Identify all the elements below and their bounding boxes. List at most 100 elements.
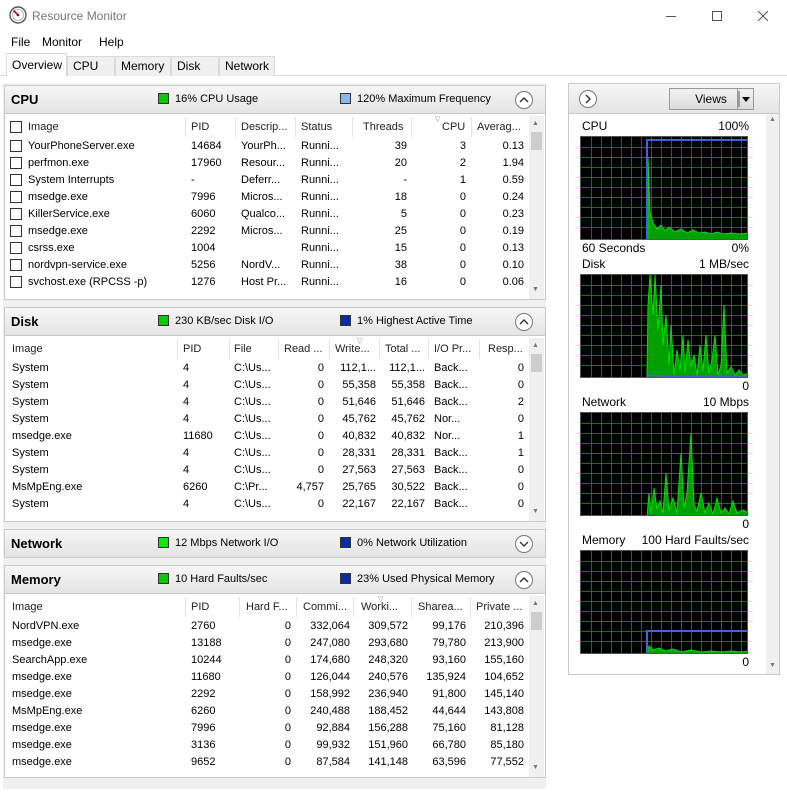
table-row[interactable]: nordvpn-service.exe 5256 NordV... Runni... 3… — [5, 257, 529, 274]
cpu-col-pid[interactable]: PID — [191, 121, 209, 133]
table-row[interactable]: svchost.exe (RPCSS -p) 1276 Host Pr... Runn… — [5, 274, 529, 291]
cpu-scroll-thumb[interactable] — [531, 132, 542, 150]
cpu-col-cpu[interactable]: CPU — [442, 121, 465, 133]
disk-graph-max: 1 MB/sec — [698, 257, 749, 271]
disk-scrollbar[interactable]: ▲ ▼ — [529, 338, 544, 521]
cpu-col-description[interactable]: Descrip... — [241, 121, 287, 133]
table-row[interactable]: MsMpEng.exe 6260 0 240,488 188,452 44,644 143,… — [5, 703, 529, 720]
memory-scrollbar[interactable]: ▲ ▼ — [529, 596, 544, 777]
table-row[interactable]: System 4 C:\Us... 0 51,646 51,646 Back... 2 — [5, 394, 529, 411]
cpu-select-all-checkbox[interactable] — [10, 121, 22, 133]
disk-col-read[interactable]: Read ... — [284, 343, 323, 355]
memory-col-hard-faults[interactable]: Hard F... — [246, 601, 288, 613]
table-row[interactable]: System 4 C:\Us... 0 28,331 28,331 Back... 1 — [5, 445, 529, 462]
row-checkbox[interactable] — [10, 276, 22, 288]
cpu-collapse-button[interactable] — [515, 91, 533, 109]
disk-col-file[interactable]: File — [234, 343, 252, 355]
memory-scroll-thumb[interactable] — [531, 612, 542, 630]
menu-help[interactable]: Help — [99, 35, 124, 49]
memory-col-shareable[interactable]: Sharea... — [418, 601, 463, 613]
tab-disk[interactable]: Disk — [171, 56, 219, 76]
cpu-col-threads[interactable]: Threads — [363, 121, 403, 133]
table-row[interactable]: System Interrupts - Deferr... Runni... - 1 0.5… — [5, 172, 529, 189]
memory-col-pid[interactable]: PID — [191, 601, 209, 613]
table-row[interactable]: System 4 C:\Us... 0 22,167 22,167 Back... 0 — [5, 496, 529, 513]
table-row[interactable]: SearchApp.exe 10244 0 174,680 248,320 93,160 1… — [5, 652, 529, 669]
row-checkbox[interactable] — [10, 191, 22, 203]
network-section-header[interactable]: Network 12 Mbps Network I/O 0% Network U… — [5, 530, 545, 557]
table-row[interactable]: NordVPN.exe 2760 0 332,064 309,572 99,176 210,… — [5, 618, 529, 635]
scroll-down-icon[interactable]: ▼ — [532, 508, 539, 515]
scroll-down-icon[interactable]: ▼ — [532, 764, 539, 771]
disk-scroll-thumb[interactable] — [531, 354, 542, 372]
row-checkbox[interactable] — [10, 157, 22, 169]
memory-col-private[interactable]: Private ... — [476, 601, 522, 613]
disk-col-image[interactable]: Image — [12, 343, 43, 355]
disk-col-pid[interactable]: PID — [183, 343, 201, 355]
minimize-button[interactable] — [648, 0, 694, 32]
disk-col-io-priority[interactable]: I/O Pr... — [434, 343, 471, 355]
memory-collapse-button[interactable] — [515, 571, 533, 589]
row-checkbox[interactable] — [10, 225, 22, 237]
scroll-down-icon[interactable]: ▼ — [769, 662, 776, 669]
memory-cell: 44,644 — [432, 705, 466, 717]
close-button[interactable] — [740, 0, 786, 32]
tab-memory[interactable]: Memory — [115, 56, 171, 76]
table-row[interactable]: System 4 C:\Us... 0 27,563 27,563 Back... 0 — [5, 462, 529, 479]
row-checkbox[interactable] — [10, 259, 22, 271]
memory-col-commit[interactable]: Commi... — [303, 601, 347, 613]
cpu-section-header[interactable]: CPU 16% CPU Usage 120% Maximum Frequency — [5, 86, 545, 114]
disk-col-response[interactable]: Resp... — [488, 343, 523, 355]
collapse-graph-panel-button[interactable] — [579, 90, 597, 108]
scroll-up-icon[interactable]: ▲ — [532, 120, 539, 127]
maximize-button[interactable] — [694, 0, 740, 32]
disk-col-write[interactable]: Write... — [335, 343, 370, 355]
row-checkbox[interactable] — [10, 140, 22, 152]
table-row[interactable]: msedge.exe 2292 0 158,992 236,940 91,800 145,1… — [5, 686, 529, 703]
table-row[interactable]: msedge.exe 2292 Micros... Runni... 25 0 0.19 — [5, 223, 529, 240]
table-row[interactable]: msedge.exe 7996 Micros... Runni... 18 0 0.24 — [5, 189, 529, 206]
tab-overview[interactable]: Overview — [6, 53, 67, 76]
tab-network[interactable]: Network — [219, 56, 275, 76]
row-checkbox[interactable] — [10, 242, 22, 254]
table-row[interactable]: System 4 C:\Us... 0 45,762 45,762 Nor... 0 — [5, 411, 529, 428]
table-row[interactable]: System 4 C:\Us... 0 55,358 55,358 Back... 0 — [5, 377, 529, 394]
table-row[interactable]: csrss.exe 1004 Runni... 15 0 0.13 — [5, 240, 529, 257]
row-checkbox[interactable] — [10, 208, 22, 220]
table-row[interactable]: msedge.exe 9652 0 87,584 141,148 63,596 77,552 — [5, 754, 529, 771]
disk-section-header[interactable]: Disk 230 KB/sec Disk I/O 1% Highest Acti… — [5, 308, 545, 336]
scroll-down-icon[interactable]: ▼ — [532, 286, 539, 293]
memory-cell: 247,080 — [310, 637, 350, 649]
table-row[interactable]: KillerService.exe 6060 Qualco... Runni... 5 0… — [5, 206, 529, 223]
memory-cell: 141,148 — [368, 756, 408, 768]
row-checkbox[interactable] — [10, 174, 22, 186]
table-row[interactable]: MsMpEng.exe 6260 C:\Pr... 4,757 25,765 30,522… — [5, 479, 529, 496]
cpu-scrollbar[interactable]: ▲ ▼ — [529, 116, 544, 299]
scroll-up-icon[interactable]: ▲ — [532, 600, 539, 607]
graph-panel-scrollbar[interactable]: ▲ ▼ — [766, 114, 779, 674]
menu-file[interactable]: File — [11, 35, 30, 49]
network-expand-button[interactable] — [515, 535, 533, 553]
table-row[interactable]: perfmon.exe 17960 Resour... Runni... 20 2 1.94 — [5, 155, 529, 172]
table-row[interactable]: msedge.exe 11680 0 126,044 240,576 135,924 104… — [5, 669, 529, 686]
menu-monitor[interactable]: Monitor — [42, 35, 82, 49]
memory-cell: 79,780 — [432, 637, 466, 649]
disk-collapse-button[interactable] — [515, 313, 533, 331]
table-row[interactable]: msedge.exe 11680 C:\Us... 0 40,832 40,832 Nor.… — [5, 428, 529, 445]
table-row[interactable]: YourPhoneServer.exe 14684 YourPh... Runni..… — [5, 138, 529, 155]
table-row[interactable]: msedge.exe 7996 0 92,884 156,288 75,160 81,128 — [5, 720, 529, 737]
memory-section-header[interactable]: Memory 10 Hard Faults/sec 23% Used Physi… — [5, 566, 545, 594]
views-dropdown-button[interactable] — [737, 88, 754, 110]
table-row[interactable]: System 4 C:\Us... 0 112,1... 112,1... Back... 0 — [5, 360, 529, 377]
disk-cell: 0 — [517, 481, 524, 493]
tab-cpu[interactable]: CPU — [67, 56, 115, 76]
disk-col-total[interactable]: Total ... — [385, 343, 420, 355]
table-row[interactable]: msedge.exe 3136 0 99,932 151,960 66,780 85,180 — [5, 737, 529, 754]
scroll-up-icon[interactable]: ▲ — [769, 116, 776, 123]
scroll-up-icon[interactable]: ▲ — [532, 342, 539, 349]
cpu-col-status[interactable]: Status — [301, 121, 332, 133]
memory-col-image[interactable]: Image — [12, 601, 43, 613]
cpu-col-image[interactable]: Image — [28, 121, 59, 133]
cpu-col-average[interactable]: Averag... — [477, 121, 521, 133]
table-row[interactable]: msedge.exe 13188 0 247,080 293,680 79,780 213,… — [5, 635, 529, 652]
